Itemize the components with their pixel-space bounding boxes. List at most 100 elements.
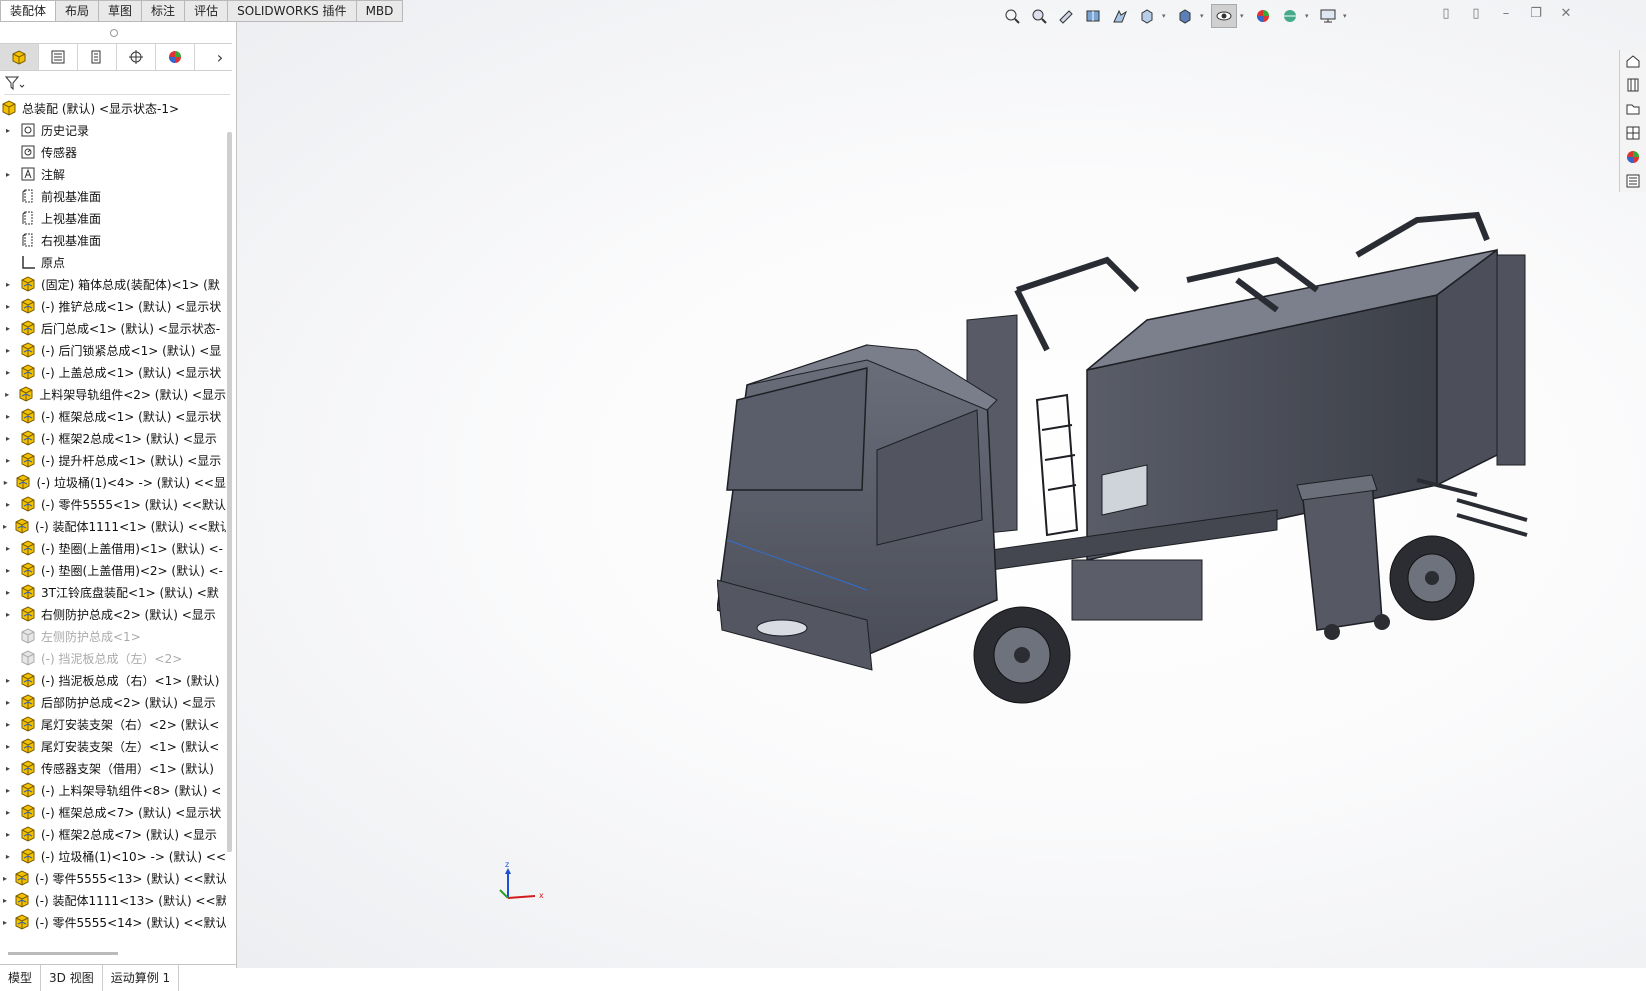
appearances-scenes-icon[interactable] [1620, 146, 1646, 168]
tab-3[interactable]: 标注 [142, 0, 186, 22]
expand-arrow-icon[interactable]: ▸ [3, 896, 7, 905]
expand-arrow-icon[interactable]: ▸ [3, 852, 13, 861]
expand-arrow-icon[interactable]: ▸ [3, 874, 7, 883]
tab-2[interactable]: 草图 [99, 0, 143, 22]
expand-arrow-icon[interactable]: ▸ [3, 126, 13, 135]
expand-arrow-icon[interactable]: ▸ [3, 610, 13, 619]
tree-item[interactable]: ▸ (-) 上盖总成<1> (默认) <显示状 [0, 361, 226, 383]
restore-icon[interactable]: ❐ [1526, 4, 1546, 22]
expand-arrow-icon[interactable]: ▸ [3, 808, 13, 817]
display-style-icon[interactable] [1173, 5, 1197, 27]
apply-scene-dropdown-icon[interactable]: ▾ [1305, 12, 1313, 20]
expand-arrow-icon[interactable]: ▸ [3, 720, 13, 729]
previous-view-icon[interactable] [1054, 5, 1078, 27]
graphics-area[interactable]: ▾ ▾ ▾ ▾ ▾ ▯ ▯ – ❐ ✕ z x [237, 0, 1646, 968]
tree-item[interactable]: ▸ (-) 后门锁紧总成<1> (默认) <显 [0, 339, 226, 361]
expand-arrow-icon[interactable]: ▸ [3, 280, 13, 289]
section-view-icon[interactable] [1081, 5, 1105, 27]
tree-item[interactable]: ▸ 后门总成<1> (默认) <显示状态- [0, 317, 226, 339]
expand-arrow-icon[interactable]: ▸ [3, 434, 13, 443]
tree-item[interactable]: ▸ (-) 挡泥板总成（右）<1> (默认) [0, 669, 226, 691]
view-orientation-dropdown-icon[interactable]: ▾ [1162, 12, 1170, 20]
expand-arrow-icon[interactable]: ▸ [3, 324, 13, 333]
expand-arrow-icon[interactable]: ▸ [3, 412, 13, 421]
feature-manager-tab[interactable] [0, 44, 39, 70]
expand-arrow-icon[interactable]: ▸ [3, 390, 11, 399]
tree-item[interactable]: ▸ (-) 提升杆总成<1> (默认) <显示 [0, 449, 226, 471]
expand-arrow-icon[interactable]: ▸ [3, 742, 13, 751]
display-style-dropdown-icon[interactable]: ▾ [1200, 12, 1208, 20]
tree-root[interactable]: 总装配 (默认) <显示状态-1> [0, 97, 226, 119]
home-icon[interactable] [1620, 50, 1646, 72]
tree-item[interactable]: ▸ (-) 垫圈(上盖借用)<1> (默认) <- [0, 537, 226, 559]
tree-item[interactable]: 前视基准面 [0, 185, 226, 207]
expand-arrow-icon[interactable]: ▸ [3, 698, 13, 707]
bottom-tab-0[interactable]: 模型 [0, 965, 42, 991]
truck-3d-model[interactable] [717, 200, 1587, 720]
tree-item[interactable]: ▸ 尾灯安装支架（右）<2> (默认< [0, 713, 226, 735]
expand-arrow-icon[interactable]: ▸ [3, 588, 13, 597]
tree-item[interactable]: ▸ 注解 [0, 163, 226, 185]
tree-item[interactable]: ▸ (-) 上料架导轨组件<8> (默认) < [0, 779, 226, 801]
bottom-tab-1[interactable]: 3D 视图 [41, 965, 103, 991]
view-settings-icon[interactable] [1316, 5, 1340, 27]
expand-arrow-icon[interactable]: ▸ [3, 170, 13, 179]
zoom-to-area-icon[interactable] [1027, 5, 1051, 27]
expand-arrow-icon[interactable]: ▸ [3, 500, 13, 509]
view-palette-icon[interactable] [1620, 122, 1646, 144]
tree-item[interactable]: 左侧防护总成<1> [0, 625, 226, 647]
tree-item[interactable]: ▸ 传感器支架（借用）<1> (默认) [0, 757, 226, 779]
expand-arrow-icon[interactable]: ▸ [3, 346, 13, 355]
expand-arrow-icon[interactable]: ▸ [3, 918, 7, 927]
tile-left-icon[interactable]: ▯ [1436, 4, 1456, 22]
tree-item[interactable]: ▸ (固定) 箱体总成(装配体)<1> (默 [0, 273, 226, 295]
tree-filter[interactable] [4, 74, 230, 95]
tree-item[interactable]: ▸ 历史记录 [0, 119, 226, 141]
tree-item[interactable]: ▸ 3T江铃底盘装配<1> (默认) <默 [0, 581, 226, 603]
design-library-icon[interactable] [1620, 74, 1646, 96]
expand-arrow-icon[interactable]: ▸ [3, 478, 8, 487]
tree-item[interactable]: (-) 挡泥板总成（左）<2> [0, 647, 226, 669]
tree-horizontal-scrollbar[interactable] [8, 952, 118, 955]
tree-item[interactable]: ▸ (-) 框架2总成<1> (默认) <显示 [0, 427, 226, 449]
close-icon[interactable]: ✕ [1556, 4, 1576, 22]
tree-item[interactable]: ▸ 右侧防护总成<2> (默认) <显示 [0, 603, 226, 625]
tree-item[interactable]: ▸ (-) 垃圾桶(1)<4> -> (默认) <<显 [0, 471, 226, 493]
view-orientation-icon[interactable] [1135, 5, 1159, 27]
tree-item[interactable]: ▸ (-) 框架总成<1> (默认) <显示状 [0, 405, 226, 427]
tree-scrollbar[interactable] [227, 132, 232, 852]
expand-arrow-icon[interactable]: ▸ [3, 676, 13, 685]
apply-scene-icon[interactable] [1278, 5, 1302, 27]
expand-arrow-icon[interactable]: ▸ [3, 368, 13, 377]
tab-1[interactable]: 布局 [56, 0, 100, 22]
expand-arrow-icon[interactable]: ▸ [3, 786, 13, 795]
expand-arrow-icon[interactable]: ▸ [3, 544, 13, 553]
edit-appearance-icon[interactable] [1251, 5, 1275, 27]
tree-item[interactable]: ▸ (-) 框架总成<7> (默认) <显示状 [0, 801, 226, 823]
minimize-icon[interactable]: – [1496, 4, 1516, 22]
tree-item[interactable]: ▸ (-) 垫圈(上盖借用)<2> (默认) <- [0, 559, 226, 581]
file-explorer-icon[interactable] [1620, 98, 1646, 120]
panel-grip[interactable] [110, 29, 118, 37]
custom-properties-icon[interactable] [1620, 170, 1646, 192]
dynamic-annotation-icon[interactable] [1108, 5, 1132, 27]
tree-item[interactable]: ▸ 尾灯安装支架（左）<1> (默认< [0, 735, 226, 757]
bottom-tab-2[interactable]: 运动算例 1 [103, 965, 180, 991]
hide-show-dropdown-icon[interactable]: ▾ [1240, 12, 1248, 20]
expand-arrow-icon[interactable]: ▸ [3, 830, 13, 839]
expand-arrow-icon[interactable]: ▸ [3, 302, 13, 311]
tile-right-icon[interactable]: ▯ [1466, 4, 1486, 22]
tree-item[interactable]: ▸ 上料架导轨组件<2> (默认) <显示 [0, 383, 226, 405]
tree-item[interactable]: ▸ (-) 装配体1111<1> (默认) <<默认 [0, 515, 226, 537]
expand-arrow-icon[interactable]: ▸ [3, 566, 13, 575]
tab-6[interactable]: MBD [356, 0, 404, 22]
zoom-to-fit-icon[interactable] [1000, 5, 1024, 27]
tab-5[interactable]: SOLIDWORKS 插件 [228, 0, 357, 22]
expand-arrow-icon[interactable]: ▸ [3, 522, 7, 531]
tree-item[interactable]: ▸ (-) 零件5555<14> (默认) <<默认 [0, 911, 226, 933]
tree-item[interactable]: 原点 [0, 251, 226, 273]
tree-item[interactable]: ▸ 后部防护总成<2> (默认) <显示 [0, 691, 226, 713]
tab-4[interactable]: 评估 [185, 0, 229, 22]
tree-item[interactable]: ▸ (-) 零件5555<1> (默认) <<默认 [0, 493, 226, 515]
hide-show-items-icon[interactable] [1211, 4, 1237, 28]
